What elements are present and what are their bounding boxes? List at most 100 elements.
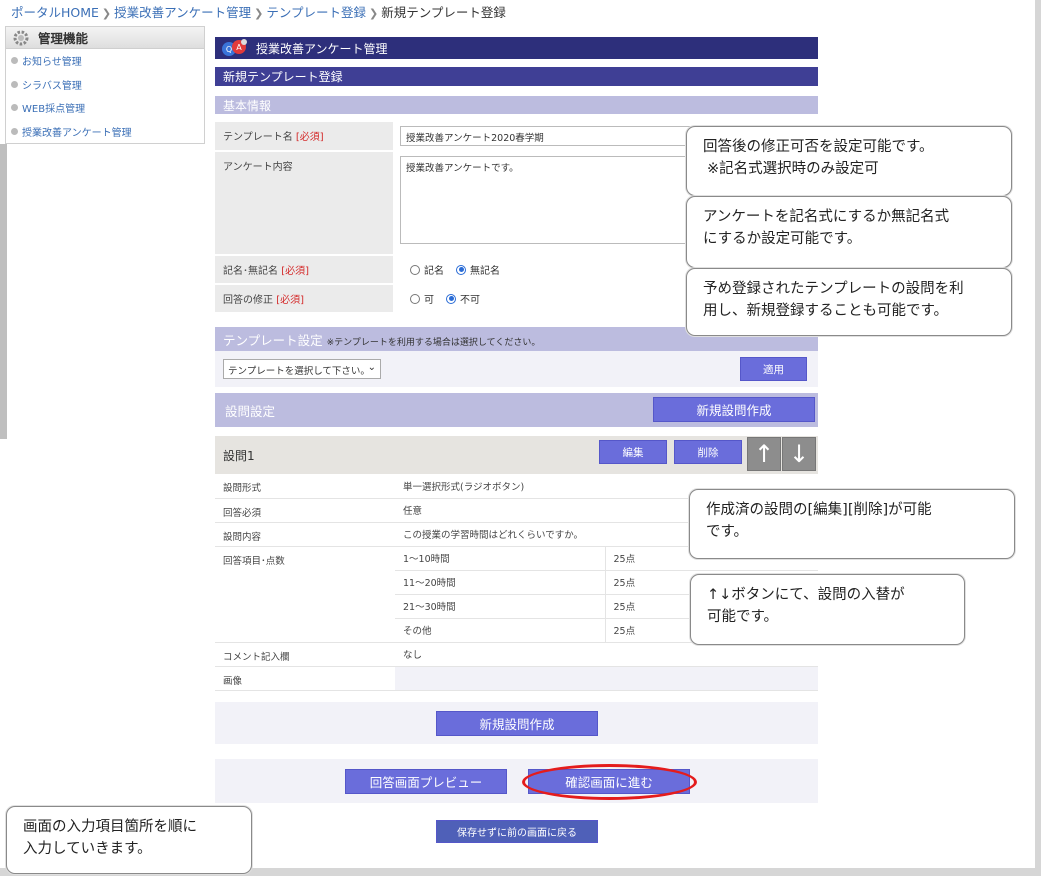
breadcrumb-home[interactable]: ポータルHOME [11,5,99,20]
callout-edit-delete: 作成済の設問の[編集][削除]が可能 です。 [689,489,1015,559]
answer-item: その他 [395,618,605,643]
delete-button[interactable]: 削除 [674,440,742,464]
callout-template-setting: 予め登録されたテンプレートの設問を利 用し、新規登録することも可能です。 [686,268,1012,336]
breadcrumb-template[interactable]: テンプレート登録 [266,5,366,20]
sidebar-item-survey[interactable]: 授業改善アンケート管理 [6,120,204,144]
answer-item: 1～10時間 [395,546,605,571]
callout-text: ↑↓ボタンにて、設問の入替が [707,587,905,603]
answer-item: 11～20時間 [395,570,605,595]
callout-text: 予め登録されたテンプレートの設問を利 [703,281,964,297]
named-label: 記名･無記名 [必須] [215,255,393,285]
sidebar-item-web-grading[interactable]: WEB採点管理 [6,96,204,120]
radio-not-editable[interactable] [446,293,456,304]
section-basic-info: 基本情報 [215,96,818,114]
sidebar-item-label: WEB採点管理 [22,104,86,116]
edit-label: 回答の修正 [必須] [215,284,393,314]
answer-items-label: 回答項目･点数 [215,546,395,643]
callout-edit-setting: 回答後の修正可否を設定可能です。 ※記名式選択時のみ設定可 [686,126,1012,196]
new-question-button-top[interactable]: 新規設問作成 [653,397,815,422]
move-down-button[interactable]: ↓ [782,437,816,471]
content-textarea[interactable]: 授業改善アンケートです。 [400,156,700,244]
sidebar-item-label: 授業改善アンケート管理 [22,127,132,139]
chevron-right-icon: ❯ [369,7,379,20]
back-button[interactable]: 保存せずに前の画面に戻る [436,820,598,843]
template-setting-title: テンプレート設定 [223,332,323,348]
callout-text: 作成済の設問の[編集][削除]が可能 [706,502,932,518]
left-divider [0,144,7,439]
template-name-label: テンプレート名 [必須] [215,122,393,152]
comment-value: なし [395,642,818,667]
sidebar-title: 管理機能 [38,31,89,46]
callout-text: 用し、新規登録することも可能です。 [703,302,949,319]
arrow-down-icon: ↓ [788,440,810,468]
callout-named-setting: アンケートを記名式にするか無記名式 にするか設定可能です。 [686,196,1012,268]
table-row: コメント記入欄 なし [215,642,818,667]
callout-reorder: ↑↓ボタンにて、設問の入替が 可能です。 [690,574,965,645]
edit-button[interactable]: 編集 [599,440,667,464]
highlight-ellipse [522,764,697,800]
callout-text: です。 [706,523,749,540]
callout-text: 入力していきます。 [23,840,152,857]
answer-item: 21～30時間 [395,594,605,619]
template-setting-note: ※テンプレートを利用する場合は選択してください。 [326,337,541,348]
move-up-button[interactable]: ↑ [747,437,781,471]
question-setting-title: 設問設定 [225,403,276,419]
callout-text: 可能です。 [707,608,779,625]
template-name-input[interactable]: 授業改善アンケート2020春学期 [400,126,700,146]
sidebar-item-syllabus[interactable]: シラバス管理 [6,73,204,97]
breadcrumb-current: 新規テンプレート登録 [381,5,506,20]
required-badge: [必須] [295,132,324,143]
right-border [1035,0,1041,876]
breadcrumb: ポータルHOME ❯ 授業改善アンケート管理 ❯ テンプレート登録 ❯ 新規テンプレート登録 [11,2,506,21]
breadcrumb-survey[interactable]: 授業改善アンケート管理 [114,5,251,20]
callout-text: ※記名式選択時のみ設定可 [707,160,879,177]
template-setting-body: テンプレートを選択して下さい。 ⌄ 適用 [215,351,818,387]
required-badge: [必須] [276,295,304,306]
chevron-right-icon: ❯ [254,7,264,20]
image-label: 画像 [215,666,395,691]
sidebar-item-label: お知らせ管理 [22,57,82,69]
radio-editable-label: 可 [424,295,434,306]
callout-text: 画面の入力項目箇所を順に [23,819,197,835]
bullet-icon [11,104,18,112]
template-select[interactable]: テンプレートを選択して下さい。 ⌄ [223,359,381,379]
radio-named[interactable] [410,264,420,275]
footer-actions [215,759,818,803]
sidebar-item-label: シラバス管理 [22,80,82,92]
radio-editable[interactable] [410,293,420,304]
preview-button[interactable]: 回答画面プレビュー [345,769,507,794]
content-label: アンケート内容 [215,151,393,256]
sidebar: 管理機能 お知らせ管理 シラバス管理 WEB採点管理 授業改善アンケート管理 [5,26,205,144]
radio-named-label: 記名 [424,266,444,277]
gear-icon [10,27,32,49]
radio-anonymous[interactable] [456,264,466,275]
bullet-icon [11,57,18,65]
page-title: 授業改善アンケート管理 [256,41,388,56]
callout-text: アンケートを記名式にするか無記名式 [703,209,950,225]
apply-button[interactable]: 適用 [740,357,807,381]
arrow-up-icon: ↑ [753,440,775,468]
svg-text:A: A [236,43,242,52]
chevron-down-icon: ⌄ [367,362,376,373]
callout-text: 回答後の修正可否を設定可能です。 [703,139,934,155]
page-subtitle: 新規テンプレート登録 [215,67,818,86]
required-badge: [必須] [281,266,309,277]
template-select-value: テンプレートを選択して下さい。 [228,366,370,377]
question-type-label: 設問形式 [215,474,395,499]
bullet-icon [11,80,18,88]
comment-label: コメント記入欄 [215,642,395,667]
sidebar-item-news[interactable]: お知らせ管理 [6,49,204,73]
page-title-bar: QA 授業改善アンケート管理 [215,37,818,59]
survey-logo-icon: QA [220,38,250,58]
radio-not-editable-label: 不可 [460,295,480,306]
new-question-button-bottom[interactable]: 新規設問作成 [436,711,598,736]
callout-text: にするか設定可能です。 [703,230,862,247]
callout-input-order: 画面の入力項目箇所を順に 入力していきます。 [6,806,252,874]
question-content-label: 設問内容 [215,522,395,547]
image-value [395,666,818,691]
bullet-icon [11,127,18,135]
chevron-right-icon: ❯ [101,7,112,20]
answer-required-label: 回答必須 [215,498,395,523]
sidebar-header: 管理機能 [6,27,204,49]
radio-anonymous-label: 無記名 [470,266,500,277]
